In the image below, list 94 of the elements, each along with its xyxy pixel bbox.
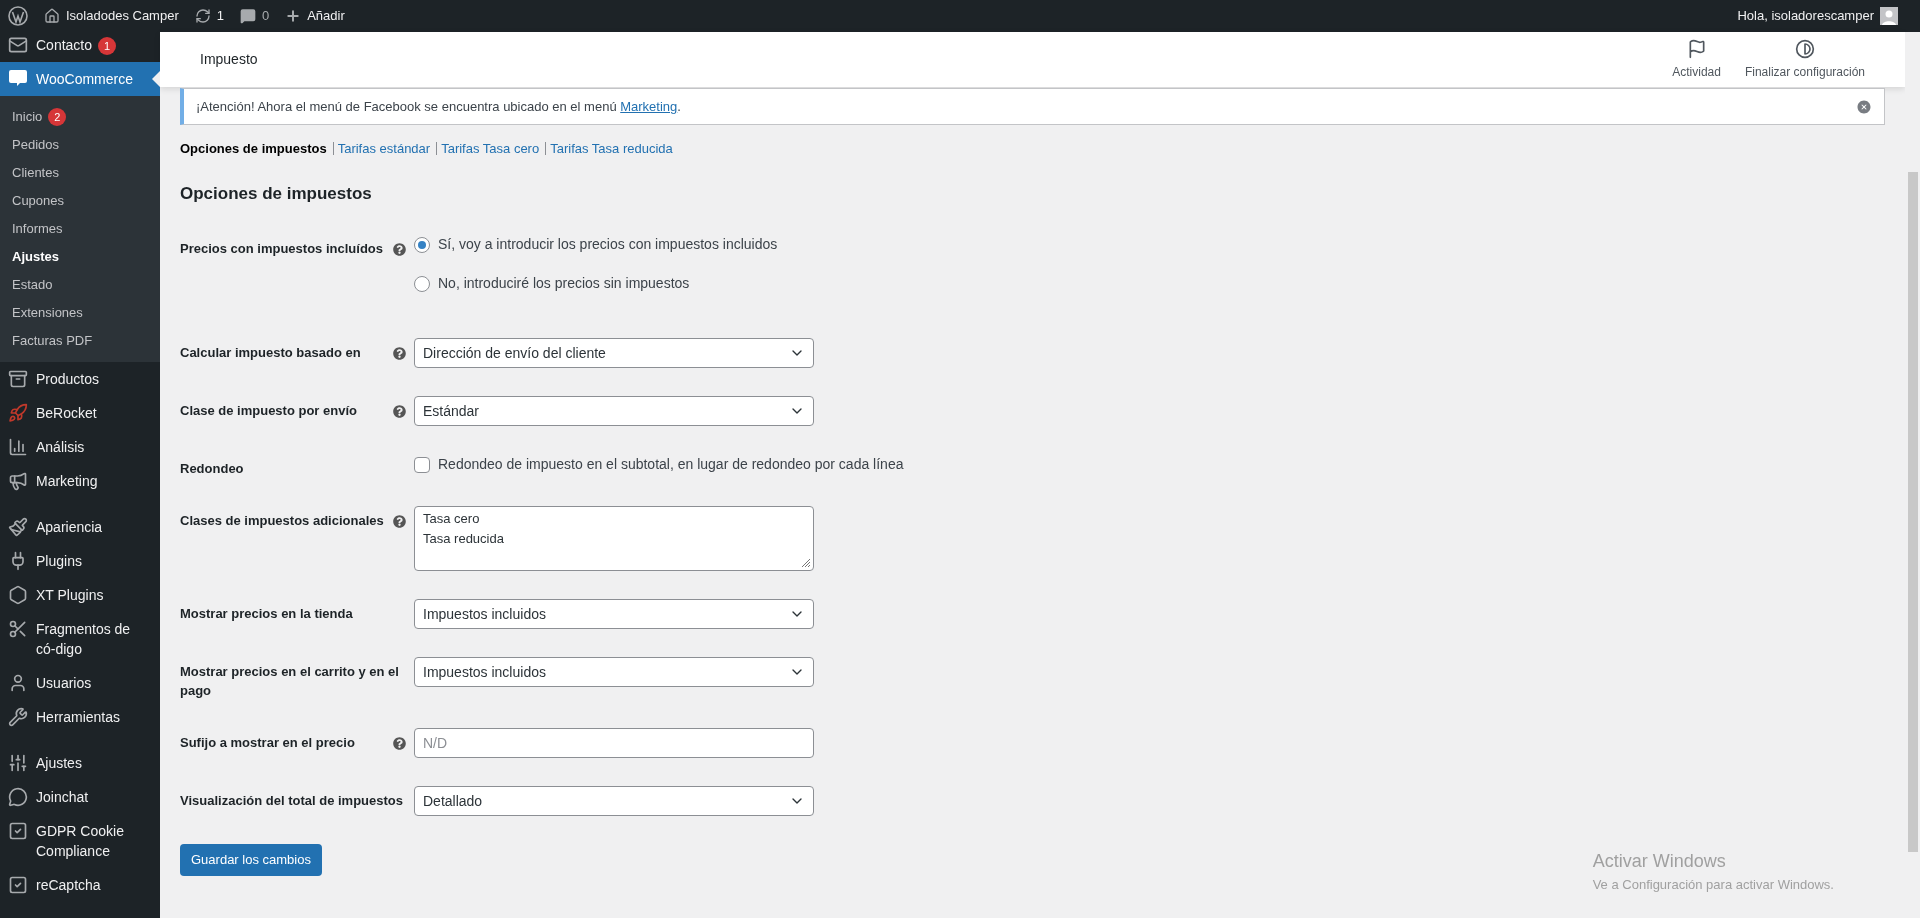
sliders-icon bbox=[8, 753, 28, 773]
half-circle-icon bbox=[1794, 38, 1815, 59]
menu-item[interactable]: Productos bbox=[0, 362, 160, 396]
header-action[interactable]: Actividad bbox=[1672, 38, 1721, 81]
user-icon bbox=[8, 673, 28, 693]
help-icon[interactable] bbox=[393, 243, 406, 256]
menu-item[interactable]: Joinchat bbox=[0, 780, 160, 814]
megaphone-icon bbox=[8, 471, 28, 491]
count-badge: 2 bbox=[48, 108, 67, 126]
submenu-item[interactable]: Extensiones bbox=[0, 299, 160, 327]
chat-bubble-icon bbox=[8, 787, 28, 807]
field-label: Visualización del total de impuestos bbox=[180, 792, 404, 810]
notice-text: ¡Atención! Ahora el menú de Facebook se encuentra ubicado en el menú Marketing. bbox=[196, 97, 681, 116]
dropdown[interactable]: Impuestos incluidos bbox=[414, 599, 814, 629]
field-label: Mostrar precios en el carrito y en el pago bbox=[180, 663, 400, 700]
bubble-icon bbox=[8, 69, 28, 87]
menu-item[interactable]: Usuarios bbox=[0, 666, 160, 700]
paintbrush-icon bbox=[8, 517, 28, 537]
menu-item[interactable]: Apariencia bbox=[0, 510, 160, 544]
comment-icon bbox=[239, 8, 256, 24]
menu-item[interactable]: Fragmentos de có-digo bbox=[0, 612, 160, 666]
checkbox[interactable] bbox=[414, 456, 430, 473]
menu-item[interactable]: BeRocket bbox=[0, 396, 160, 430]
section-title: Opciones de impuestos bbox=[180, 182, 373, 205]
menu-item[interactable]: reCaptcha bbox=[0, 868, 160, 902]
wrench-icon bbox=[8, 707, 28, 727]
menu-item[interactable]: Plugins bbox=[0, 544, 160, 578]
menu-item[interactable]: Marketing bbox=[0, 464, 160, 498]
dropdown[interactable]: Impuestos incluidos bbox=[414, 657, 814, 687]
submenu-item[interactable]: Facturas PDF bbox=[0, 327, 160, 355]
menu-item[interactable]: Herramientas bbox=[0, 700, 160, 734]
submenu-item[interactable]: Pedidos bbox=[0, 131, 160, 159]
page-title: Impuesto bbox=[200, 50, 258, 69]
help-icon[interactable] bbox=[393, 405, 406, 418]
resize-handle-icon[interactable] bbox=[801, 558, 811, 568]
radio-button[interactable] bbox=[414, 236, 430, 253]
text-field[interactable]: N/D bbox=[414, 728, 814, 758]
submenu-item[interactable]: Estado bbox=[0, 271, 160, 299]
help-icon[interactable] bbox=[393, 515, 406, 528]
help-icon[interactable] bbox=[393, 347, 406, 360]
menu-item[interactable]: Análisis bbox=[0, 430, 160, 464]
count-badge: 1 bbox=[98, 37, 117, 55]
text-area[interactable]: Tasa cero Tasa reducida bbox=[414, 506, 814, 571]
checked-box-icon bbox=[8, 875, 28, 895]
checked-box-icon bbox=[8, 821, 28, 841]
subnav-link[interactable]: Tarifas estándar bbox=[337, 139, 431, 159]
site-link[interactable]: Isoladodes Camper bbox=[44, 6, 179, 26]
field-label: Clase de impuesto por envío bbox=[180, 402, 358, 420]
menu-item[interactable]: XT Plugins bbox=[0, 578, 160, 612]
add-new-link[interactable]: Añadir bbox=[285, 6, 345, 26]
field-label: Sufijo a mostrar en el precio bbox=[180, 734, 356, 752]
activation-text: Ve a Configuración para activar Windows. bbox=[1592, 875, 1834, 894]
subnav-link[interactable]: Opciones de impuestos bbox=[180, 139, 327, 159]
refresh-icon bbox=[194, 8, 211, 24]
menu-item[interactable]: Contacto 1 bbox=[0, 32, 160, 62]
dropdown[interactable]: Estándar bbox=[414, 396, 814, 426]
mail-icon bbox=[8, 35, 28, 55]
save-button[interactable]: Guardar los cambios bbox=[180, 844, 322, 876]
submenu-item[interactable]: Informes bbox=[0, 215, 160, 243]
help-icon[interactable] bbox=[393, 737, 406, 750]
subnav-link[interactable]: Tarifas Tasa cero bbox=[441, 139, 540, 159]
field-label: Precios con impuestos incluídos bbox=[180, 240, 384, 258]
bar-chart-icon bbox=[8, 437, 28, 457]
submenu-item[interactable]: Cupones bbox=[0, 187, 160, 215]
close-icon[interactable] bbox=[1856, 98, 1872, 115]
archive-icon bbox=[8, 369, 28, 389]
comments-link[interactable]: 0 bbox=[239, 6, 270, 26]
subnav-link[interactable]: Tarifas Tasa reducida bbox=[550, 139, 673, 159]
header-action[interactable]: Finalizar configuración bbox=[1744, 38, 1865, 81]
menu-item[interactable]: Ajustes bbox=[0, 746, 160, 780]
submenu-item[interactable]: Clientes bbox=[0, 159, 160, 187]
radio-option[interactable]: Sí, voy a introducir los precios con impuestos incluidos bbox=[414, 234, 778, 255]
submenu-item[interactable]: Ajustes bbox=[0, 243, 160, 271]
radio-option[interactable]: No, introduciré los precios sin impuestos bbox=[414, 273, 778, 294]
logo-icon[interactable] bbox=[8, 6, 28, 26]
field-label: Clases de impuestos adicionales bbox=[180, 512, 385, 530]
home-icon bbox=[44, 8, 60, 24]
field-label: Calcular impuesto basado en bbox=[180, 344, 362, 362]
field-label: Redondeo bbox=[180, 460, 245, 478]
scissors-icon bbox=[8, 619, 28, 639]
field-label: Mostrar precios en la tienda bbox=[180, 605, 354, 623]
menu-item[interactable]: GDPR Cookie Compliance bbox=[0, 814, 160, 868]
submenu-item[interactable]: Inicio 2 bbox=[0, 103, 160, 131]
dropdown[interactable]: Dirección de envío del cliente bbox=[414, 338, 814, 368]
updates-link[interactable]: 1 bbox=[194, 6, 224, 26]
rocket-icon bbox=[8, 403, 28, 423]
radio-button[interactable] bbox=[414, 275, 430, 292]
hexagon-icon bbox=[8, 585, 28, 605]
dropdown[interactable]: Detallado bbox=[414, 786, 814, 816]
checkbox-option[interactable]: Redondeo de impuesto en el subtotal, en lugar de redondeo por cada línea bbox=[414, 454, 904, 475]
account-menu[interactable]: Hola, isoladorescamper bbox=[1737, 6, 1898, 26]
menu-item[interactable]: WooCommerce bbox=[0, 62, 160, 96]
avatar-icon bbox=[1880, 7, 1898, 25]
activation-title: Activar Windows bbox=[1592, 849, 1727, 873]
